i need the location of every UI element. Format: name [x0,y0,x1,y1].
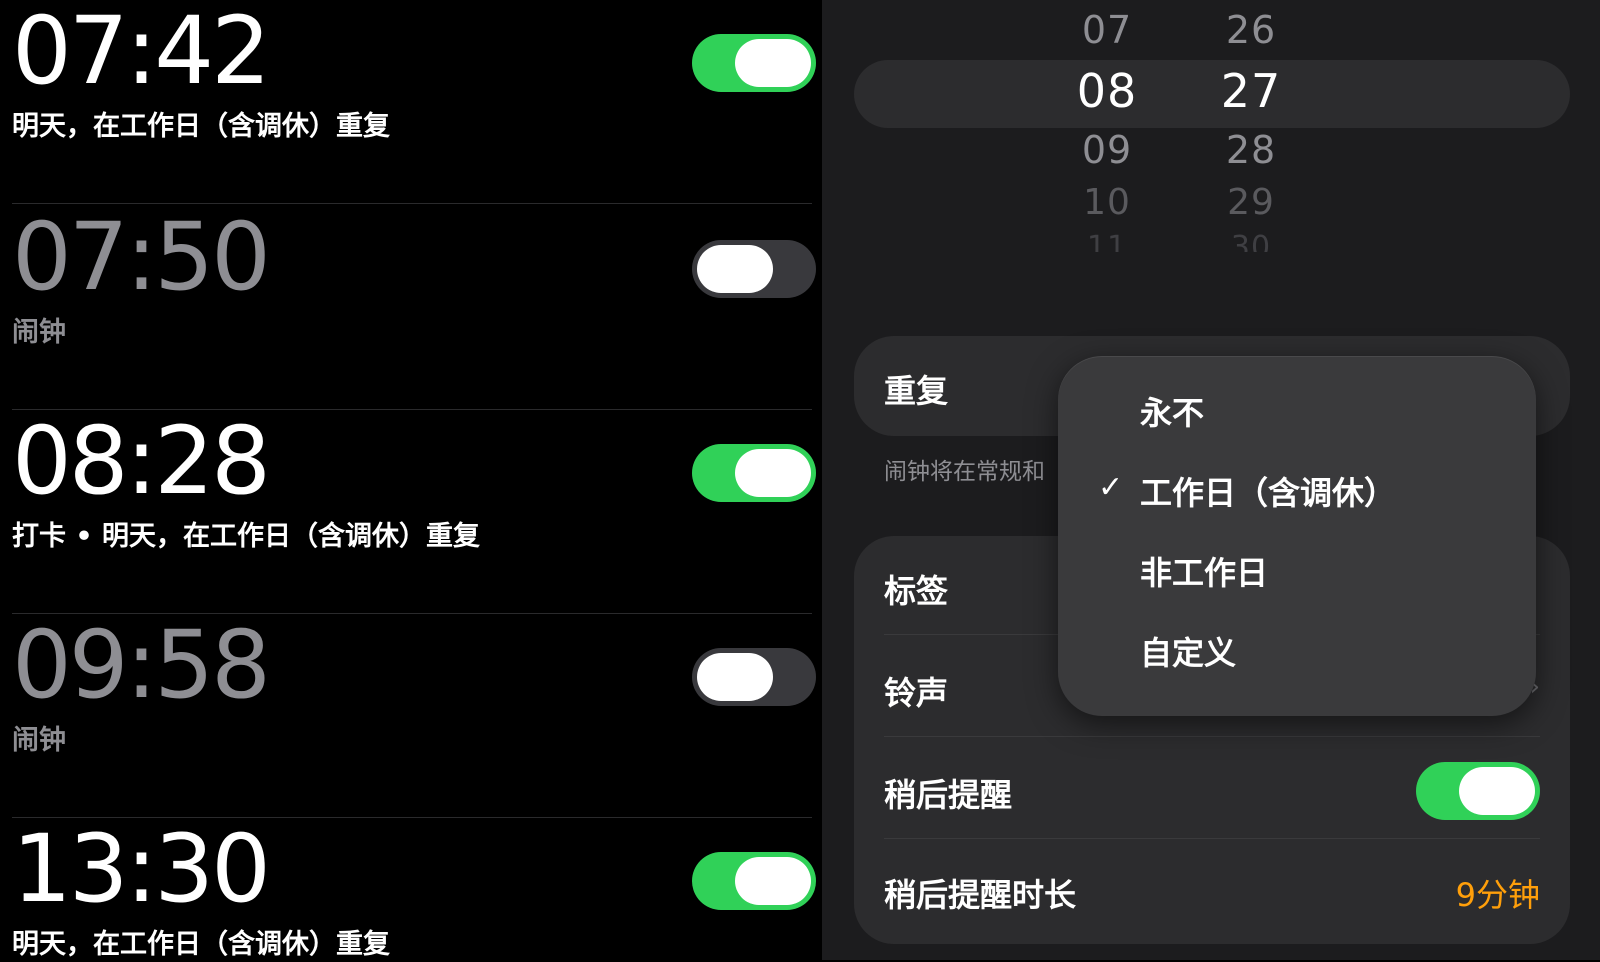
menu-item-never[interactable]: 永不 [1140,388,1204,434]
alarm-time: 07:42 [12,0,271,106]
alarm-toggle[interactable] [692,852,816,910]
snooze-toggle[interactable] [1416,762,1540,820]
hour-option[interactable]: 10 [1062,182,1152,223]
snooze-label: 稍后提醒 [884,776,1013,814]
menu-item-workdays[interactable]: 工作日（含调休） [1140,468,1396,514]
alarm-toggle[interactable] [692,34,816,92]
minute-option[interactable]: 30 [1206,230,1296,252]
alarm-subtitle: 闹钟 [12,317,66,348]
snooze-duration-label[interactable]: 稍后提醒时长 [884,870,1076,916]
alarm-row[interactable]: 08:28 打卡 • 明天，在工作日（含调休）重复 [0,410,822,614]
minute-option[interactable]: 26 [1206,8,1296,52]
ringtone-row-label[interactable]: 铃声 [884,668,948,714]
alarm-toggle[interactable] [692,444,816,502]
repeat-menu: 永不 ✓ 工作日（含调休） 非工作日 自定义 [1058,356,1536,716]
row-divider [884,736,1540,737]
alarm-time: 09:58 [12,611,271,720]
minute-selected[interactable]: 27 [1206,64,1296,118]
alarm-row[interactable]: 09:58 闹钟 [0,614,822,818]
alarm-time: 13:30 [12,815,271,924]
alarm-time: 07:50 [12,203,271,312]
alarm-subtitle: 明天，在工作日（含调休）重复 [12,111,390,142]
alarm-row[interactable]: 07:50 闹钟 [0,206,822,410]
repeat-label: 重复 [884,372,949,410]
label-row-label[interactable]: 标签 [884,566,948,612]
alarm-subtitle: 明天，在工作日（含调休）重复 [12,929,390,960]
toggle-knob [735,39,811,87]
hour-option[interactable]: 07 [1062,8,1152,52]
toggle-knob [1459,767,1535,815]
hour-selected[interactable]: 08 [1062,64,1152,118]
toggle-knob [697,245,773,293]
alarm-toggle[interactable] [692,648,816,706]
menu-item-non-workdays[interactable]: 非工作日 [1140,548,1268,594]
toggle-knob [697,653,773,701]
checkmark-icon: ✓ [1098,470,1124,505]
toggle-knob [735,857,811,905]
alarm-time: 08:28 [12,407,271,516]
alarm-toggle[interactable] [692,240,816,298]
alarm-list: 07:42 明天，在工作日（含调休）重复 07:50 闹钟 08:28 打卡 •… [0,0,822,960]
repeat-note: 闹钟将在常规和 [884,459,1045,485]
hour-option[interactable]: 11 [1062,230,1152,252]
minute-option[interactable]: 28 [1206,128,1296,172]
alarm-row[interactable]: 13:30 明天，在工作日（含调休）重复 [0,818,822,960]
alarm-subtitle: 打卡 • 明天，在工作日（含调休）重复 [12,521,481,552]
minute-option[interactable]: 29 [1206,182,1296,223]
row-divider [884,838,1540,839]
hour-option[interactable]: 09 [1062,128,1152,172]
snooze-duration-value[interactable]: 9分钟 [1456,870,1540,916]
menu-item-custom[interactable]: 自定义 [1140,628,1236,674]
toggle-knob [735,449,811,497]
alarm-subtitle: 闹钟 [12,725,66,756]
alarm-row[interactable]: 07:42 明天，在工作日（含调休）重复 [0,0,822,204]
